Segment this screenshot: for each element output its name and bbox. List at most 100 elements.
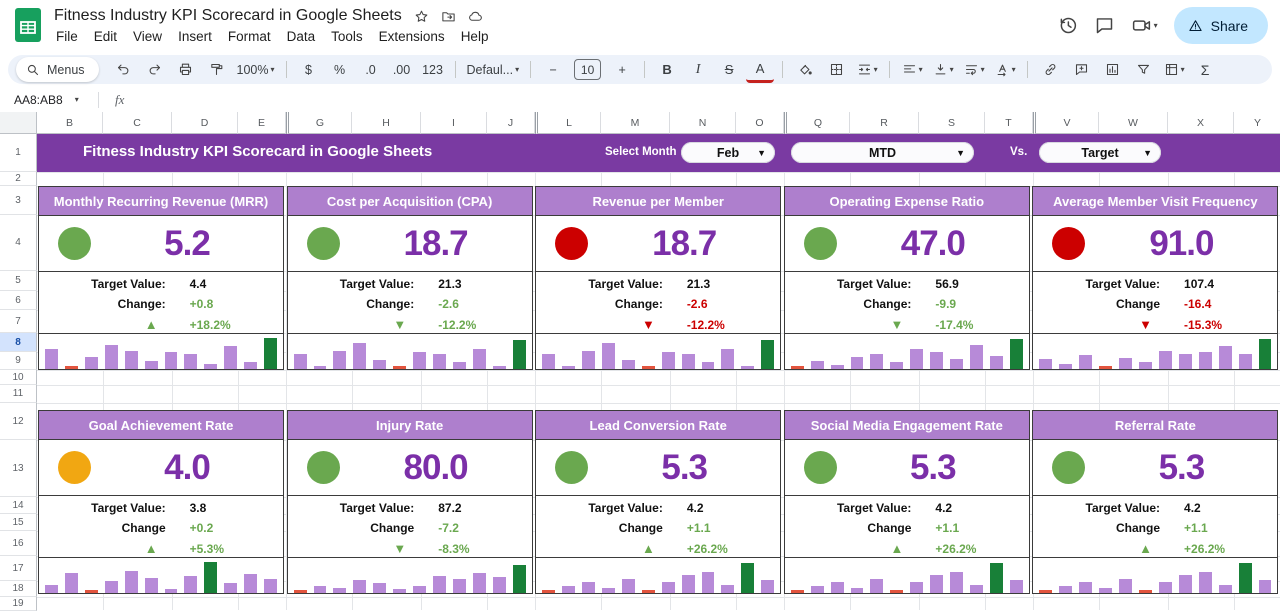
undo-button[interactable] <box>110 58 138 82</box>
row-header-1[interactable]: 1 <box>0 134 37 172</box>
paint-format-button[interactable] <box>203 58 231 82</box>
text-wrap-button[interactable]: ▾ <box>960 58 988 82</box>
font-size-input[interactable]: 10 <box>574 59 602 80</box>
borders-button[interactable] <box>822 58 850 82</box>
period-dropdown[interactable]: MTD ▼ <box>791 142 974 163</box>
column-header-E[interactable]: E <box>238 112 286 134</box>
spark-bar <box>721 585 735 593</box>
redo-button[interactable] <box>141 58 169 82</box>
menu-format[interactable]: Format <box>220 27 279 46</box>
menu-file[interactable]: File <box>48 27 86 46</box>
column-header-W[interactable]: W <box>1099 112 1168 134</box>
menu-insert[interactable]: Insert <box>170 27 220 46</box>
horizontal-align-button[interactable]: ▾ <box>898 58 926 82</box>
version-history-icon[interactable] <box>1057 15 1078 36</box>
spark-bar <box>293 354 307 369</box>
row-header-6[interactable]: 6 <box>0 291 37 310</box>
column-header-Q[interactable]: Q <box>784 112 850 134</box>
cloud-status-icon[interactable] <box>468 9 483 24</box>
row-header-17[interactable]: 17 <box>0 556 37 581</box>
month-dropdown[interactable]: Feb ▼ <box>681 142 775 163</box>
column-header-Y[interactable]: Y <box>1234 112 1280 134</box>
zoom-select[interactable]: 100% ▾ <box>234 58 278 82</box>
merge-cells-button[interactable]: ▾ <box>853 58 881 82</box>
row-header-5[interactable]: 5 <box>0 271 37 291</box>
row-header-2[interactable]: 2 <box>0 172 37 186</box>
column-header-J[interactable]: J <box>487 112 535 134</box>
vertical-align-button[interactable]: ▾ <box>929 58 957 82</box>
column-header-N[interactable]: N <box>670 112 736 134</box>
row-header-4[interactable]: 4 <box>0 215 37 271</box>
column-header-L[interactable]: L <box>535 112 601 134</box>
decrease-decimal-button[interactable]: .0 <box>357 58 385 82</box>
text-rotation-button[interactable]: ▾ <box>991 58 1019 82</box>
spark-bar <box>104 345 118 369</box>
format-percent-button[interactable]: % <box>326 58 354 82</box>
menu-extensions[interactable]: Extensions <box>371 27 453 46</box>
document-title[interactable]: Fitness Industry KPI Scorecard in Google… <box>54 7 402 25</box>
menu-view[interactable]: View <box>125 27 170 46</box>
row-header-11[interactable]: 11 <box>0 385 37 403</box>
menu-edit[interactable]: Edit <box>86 27 125 46</box>
column-header-G[interactable]: G <box>286 112 352 134</box>
column-header-V[interactable]: V <box>1033 112 1099 134</box>
italic-button[interactable]: I <box>684 58 712 82</box>
row-header-18[interactable]: 18 <box>0 581 37 597</box>
trend-arrow-icon: ▲ <box>144 541 158 556</box>
print-button[interactable] <box>172 58 200 82</box>
spark-bar <box>264 579 278 593</box>
row-header-10[interactable]: 10 <box>0 370 37 385</box>
menu-data[interactable]: Data <box>279 27 324 46</box>
decrease-font-size-button[interactable]: − <box>539 58 567 82</box>
row-header-19[interactable]: 19 <box>0 597 37 611</box>
increase-font-size-button[interactable]: + <box>608 58 636 82</box>
bold-button[interactable]: B <box>653 58 681 82</box>
font-select[interactable]: Defaul... ▾ <box>464 58 523 82</box>
menu-tools[interactable]: Tools <box>323 27 371 46</box>
compare-dropdown[interactable]: Target ▼ <box>1039 142 1161 163</box>
insert-link-button[interactable] <box>1036 58 1064 82</box>
column-header-B[interactable]: B <box>37 112 103 134</box>
name-box[interactable]: AA8:AB8 ▾ <box>0 93 92 107</box>
pivot-table-button[interactable]: ▾ <box>1160 58 1188 82</box>
row-header-9[interactable]: 9 <box>0 352 37 370</box>
column-header-D[interactable]: D <box>172 112 238 134</box>
strikethrough-button[interactable]: S <box>715 58 743 82</box>
column-header-H[interactable]: H <box>352 112 421 134</box>
column-header-T[interactable]: T <box>985 112 1033 134</box>
functions-button[interactable]: Σ <box>1191 58 1219 82</box>
search-menus-button[interactable]: Menus <box>16 57 99 82</box>
insert-comment-button[interactable] <box>1067 58 1095 82</box>
column-header-I[interactable]: I <box>421 112 487 134</box>
comments-icon[interactable] <box>1094 15 1115 36</box>
share-button[interactable]: Share <box>1173 7 1268 44</box>
move-to-folder-icon[interactable] <box>441 9 456 24</box>
kpi-card-title: Social Media Engagement Rate <box>784 411 1029 440</box>
column-header-S[interactable]: S <box>919 112 985 134</box>
insert-chart-button[interactable] <box>1098 58 1126 82</box>
column-header-X[interactable]: X <box>1168 112 1234 134</box>
row-header-13[interactable]: 13 <box>0 440 37 497</box>
row-header-8[interactable]: 8 <box>0 333 37 352</box>
menu-help[interactable]: Help <box>453 27 497 46</box>
row-header-3[interactable]: 3 <box>0 186 37 215</box>
row-header-7[interactable]: 7 <box>0 310 37 333</box>
sheet-area[interactable]: Fitness Industry KPI Scorecard in Google… <box>37 134 1280 610</box>
row-header-12[interactable]: 12 <box>0 403 37 440</box>
column-header-C[interactable]: C <box>103 112 172 134</box>
create-filter-button[interactable] <box>1129 58 1157 82</box>
select-all-corner[interactable] <box>0 112 37 134</box>
increase-decimal-button[interactable]: .00 <box>388 58 416 82</box>
row-header-15[interactable]: 15 <box>0 514 37 531</box>
fill-color-button[interactable] <box>791 58 819 82</box>
row-header-16[interactable]: 16 <box>0 531 37 556</box>
star-icon[interactable] <box>414 9 429 24</box>
column-header-M[interactable]: M <box>601 112 670 134</box>
more-formats-button[interactable]: 123 <box>419 58 447 82</box>
column-header-O[interactable]: O <box>736 112 784 134</box>
video-call-button[interactable]: ▾ <box>1131 15 1158 36</box>
row-header-14[interactable]: 14 <box>0 497 37 514</box>
text-color-button[interactable]: A <box>746 56 775 83</box>
format-currency-button[interactable]: $ <box>295 58 323 82</box>
column-header-R[interactable]: R <box>850 112 919 134</box>
